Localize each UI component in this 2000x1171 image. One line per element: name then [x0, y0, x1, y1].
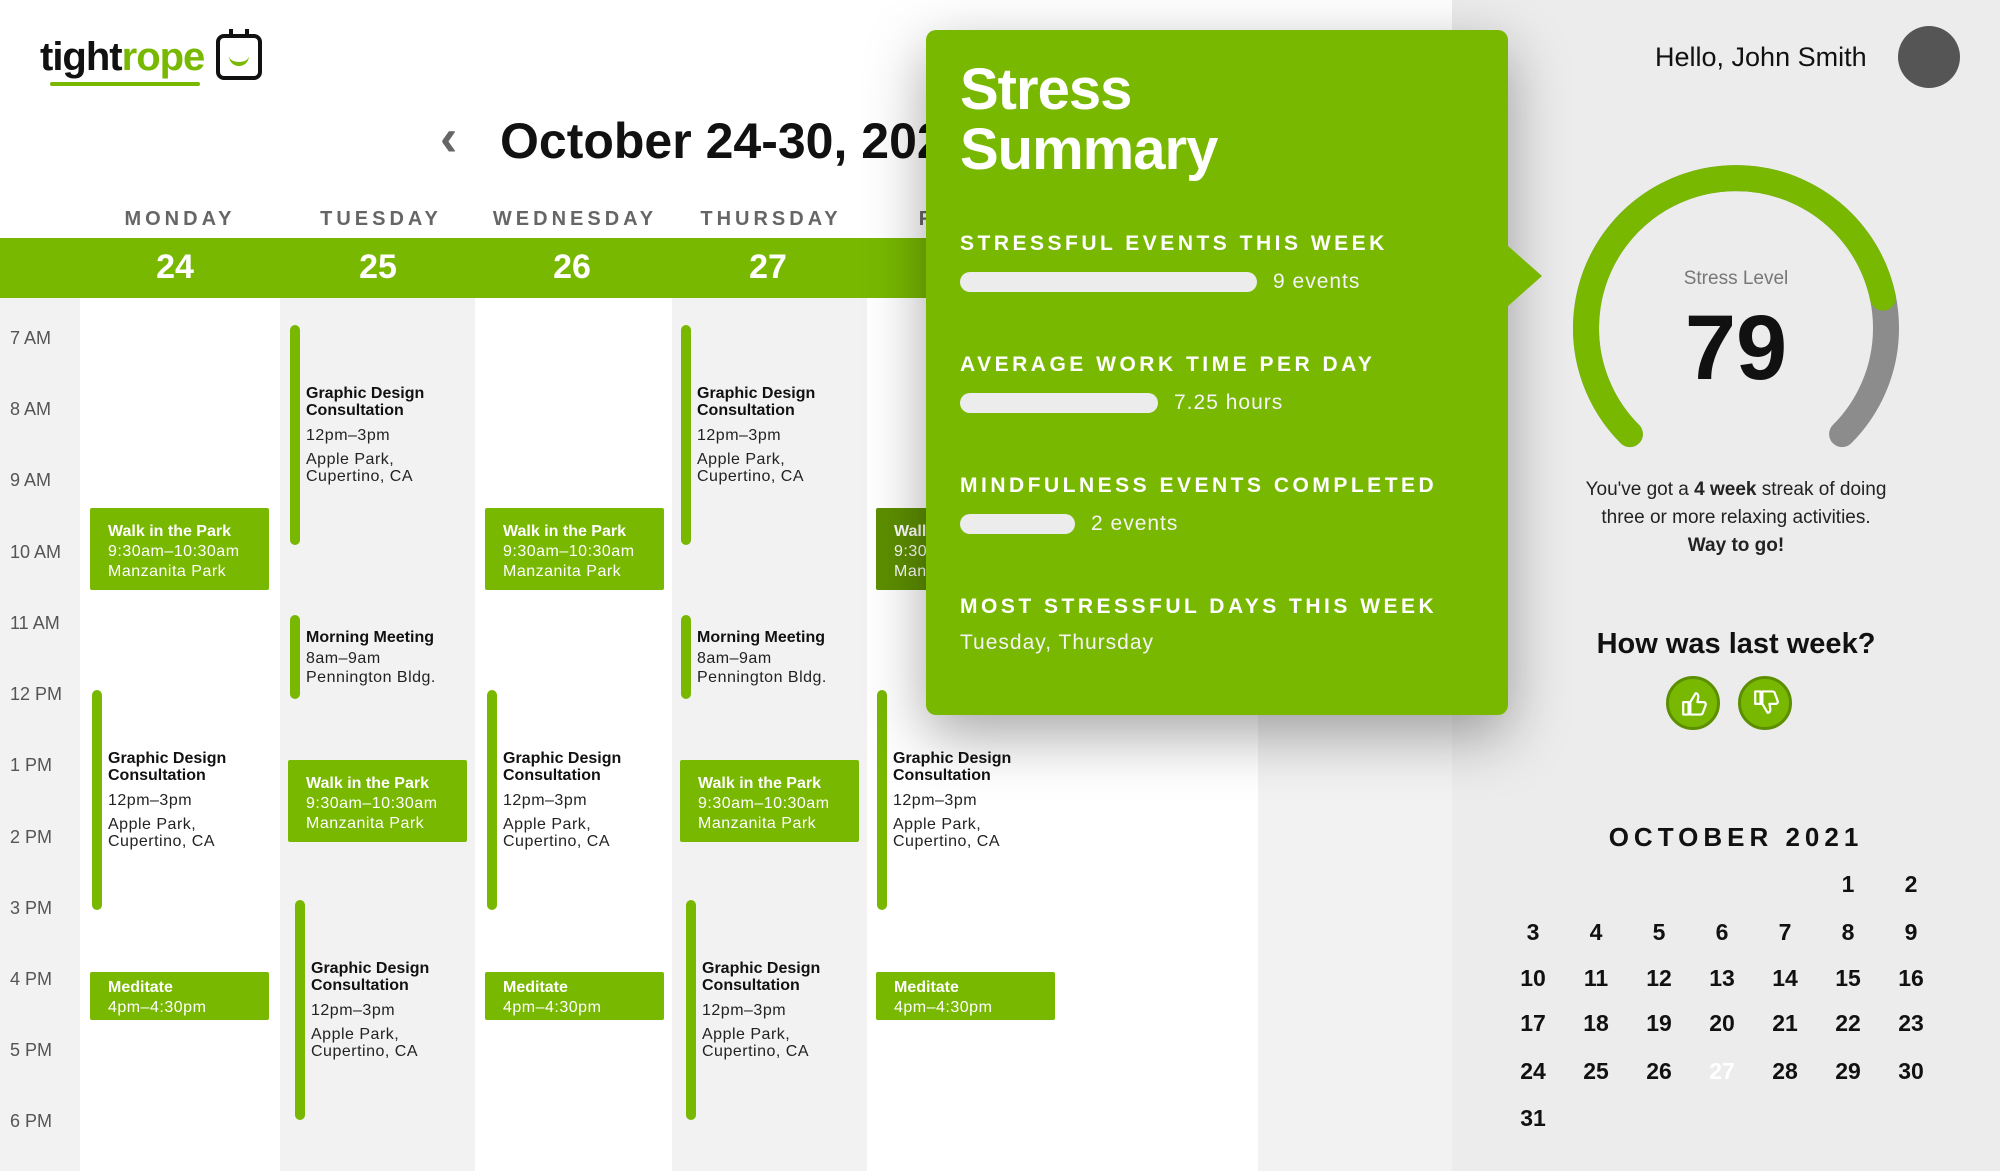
calendar-day-13[interactable]: 13: [1697, 958, 1747, 998]
calendar-day-3[interactable]: 3: [1508, 912, 1558, 952]
popup-title: Stress Summary: [960, 57, 1218, 182]
event-meeting-tuesday[interactable]: Morning Meeting 8am–9am Pennington Bldg.: [290, 615, 470, 699]
calendar-day-5[interactable]: 5: [1634, 912, 1684, 952]
calendar-day-29[interactable]: 29: [1823, 1051, 1873, 1091]
app-logo[interactable]: tightrope: [40, 29, 263, 86]
calendar-day-21[interactable]: 21: [1760, 1003, 1810, 1043]
day-name-monday: MONDAY: [124, 208, 236, 230]
time-label: 10 AM: [10, 542, 62, 562]
calendar-day-6[interactable]: 6: [1697, 912, 1747, 952]
calendar-day-1[interactable]: 1: [1823, 864, 1873, 904]
calendar-day-4[interactable]: 4: [1571, 912, 1621, 952]
calendar-day-26[interactable]: 26: [1634, 1051, 1684, 1091]
thumbs-up-icon: [1682, 692, 1707, 716]
calendar-day-23[interactable]: 23: [1886, 1003, 1936, 1043]
user-greeting: Hello, John Smith: [1655, 42, 1867, 72]
day-number-26[interactable]: 26: [477, 248, 667, 287]
calendar-day-14[interactable]: 14: [1760, 958, 1810, 998]
chevron-left-icon[interactable]: ‹: [440, 112, 476, 164]
calendar-day-10[interactable]: 10: [1508, 958, 1558, 998]
week-title: October 24-30, 2021: [500, 113, 973, 169]
calendar-day-15[interactable]: 15: [1823, 958, 1873, 998]
calendar-day-31[interactable]: 31: [1508, 1098, 1558, 1138]
time-label: 8 AM: [10, 399, 52, 419]
day-number-24[interactable]: 24: [80, 248, 270, 287]
mini-calendar-title: OCTOBER 2021: [1608, 822, 1864, 852]
day-name-tuesday: TUESDAY: [320, 208, 442, 230]
event-walk-thursday[interactable]: Walk in the Park 9:30am–10:30am Manzanit…: [680, 760, 859, 842]
calendar-day-11[interactable]: 11: [1571, 958, 1621, 998]
event-design-wednesday[interactable]: Graphic Design Consultation 12pm–3pm App…: [487, 690, 667, 910]
event-design-tuesday[interactable]: Graphic Design Consultation 12pm–3pm App…: [290, 325, 470, 545]
stat-mindfulness: MINDFULNESS EVENTS COMPLETED 2 events: [960, 474, 1438, 535]
event-design-thursday-2[interactable]: Graphic Design Consultation 12pm–3pm App…: [686, 900, 866, 1120]
logo-wordmark: tightrope: [40, 35, 205, 86]
calendar-day-22[interactable]: 22: [1823, 1003, 1873, 1043]
event-meeting-thursday[interactable]: Morning Meeting 8am–9am Pennington Bldg.: [681, 615, 861, 699]
calendar-day-12[interactable]: 12: [1634, 958, 1684, 998]
event-walk-monday[interactable]: Walk in the Park 9:30am–10:30am Manzanit…: [90, 508, 269, 590]
day-number-25[interactable]: 25: [283, 248, 473, 287]
event-walk-tuesday[interactable]: Walk in the Park 9:30am–10:30am Manzanit…: [288, 760, 467, 842]
calendar-smile-icon: [216, 29, 263, 80]
time-label: 6 PM: [10, 1111, 53, 1131]
event-design-monday[interactable]: Graphic Design Consultation 12pm–3pm App…: [92, 690, 272, 910]
time-label: 7 AM: [10, 328, 52, 348]
stress-level-label: Stress Level: [1683, 268, 1789, 289]
stat-bar: [960, 514, 1075, 534]
thumbs-down-icon: [1754, 690, 1779, 714]
stat-bar: [960, 393, 1158, 413]
calendar-day-16[interactable]: 16: [1886, 958, 1936, 998]
avatar[interactable]: [1898, 26, 1960, 88]
day-name-thursday: THURSDAY: [700, 208, 842, 230]
time-label: 12 PM: [10, 684, 63, 704]
event-walk-wednesday[interactable]: Walk in the Park 9:30am–10:30am Manzanit…: [485, 508, 664, 590]
event-design-friday[interactable]: Graphic Design Consultation 12pm–3pm App…: [877, 690, 1057, 910]
calendar-day-2[interactable]: 2: [1886, 864, 1936, 904]
thumbs-down-button[interactable]: [1738, 676, 1792, 730]
time-label: 11 AM: [10, 613, 60, 633]
calendar-day-17[interactable]: 17: [1508, 1003, 1558, 1043]
logo-underline: [50, 81, 201, 86]
event-meditate-monday[interactable]: Meditate 4pm–4:30pm: [90, 972, 269, 1020]
event-meditate-friday[interactable]: Meditate 4pm–4:30pm: [876, 972, 1055, 1020]
calendar-day-18[interactable]: 18: [1571, 1003, 1621, 1043]
calendar-day-7[interactable]: 7: [1760, 912, 1810, 952]
calendar-day-30[interactable]: 30: [1886, 1051, 1936, 1091]
day-number-27[interactable]: 27: [673, 248, 863, 287]
calendar-day-9[interactable]: 9: [1886, 912, 1936, 952]
popup-pointer: [1508, 246, 1542, 306]
time-label: 1 PM: [10, 755, 53, 775]
time-label: 4 PM: [10, 969, 53, 989]
stat-stressful-events: STRESSFUL EVENTS THIS WEEK 9 events: [960, 232, 1388, 293]
event-design-tuesday-2[interactable]: Graphic Design Consultation 12pm–3pm App…: [295, 900, 475, 1120]
time-label: 9 AM: [10, 470, 52, 490]
thumbs-up-button[interactable]: [1666, 676, 1720, 730]
event-design-thursday[interactable]: Graphic Design Consultation 12pm–3pm App…: [681, 325, 861, 545]
time-label: 2 PM: [10, 827, 53, 847]
stat-stressful-days: MOST STRESSFUL DAYS THIS WEEK Tuesday, T…: [960, 595, 1438, 654]
calendar-day-25[interactable]: 25: [1571, 1051, 1621, 1091]
day-name-wednesday: WEDNESDAY: [492, 208, 658, 230]
feedback-question: How was last week?: [1596, 628, 1876, 660]
calendar-day-8[interactable]: 8: [1823, 912, 1873, 952]
time-label: 3 PM: [10, 898, 53, 918]
calendar-day-19[interactable]: 19: [1634, 1003, 1684, 1043]
calendar-day-24[interactable]: 24: [1508, 1051, 1558, 1091]
stress-summary-popup: Stress Summary STRESSFUL EVENTS THIS WEEK…: [926, 30, 1508, 715]
calendar-day-28[interactable]: 28: [1760, 1051, 1810, 1091]
calendar-day-20[interactable]: 20: [1697, 1003, 1747, 1043]
time-label: 5 PM: [10, 1040, 53, 1060]
stat-bar: [960, 272, 1257, 292]
event-meditate-wednesday[interactable]: Meditate 4pm–4:30pm: [485, 972, 664, 1020]
streak-message: You've got a 4 week streak of doing thre…: [1585, 479, 1887, 556]
stress-level-value: 79: [1684, 297, 1788, 399]
calendar-day-27[interactable]: 27: [1697, 1051, 1747, 1091]
stat-work-time: AVERAGE WORK TIME PER DAY 7.25 hours: [960, 353, 1376, 414]
